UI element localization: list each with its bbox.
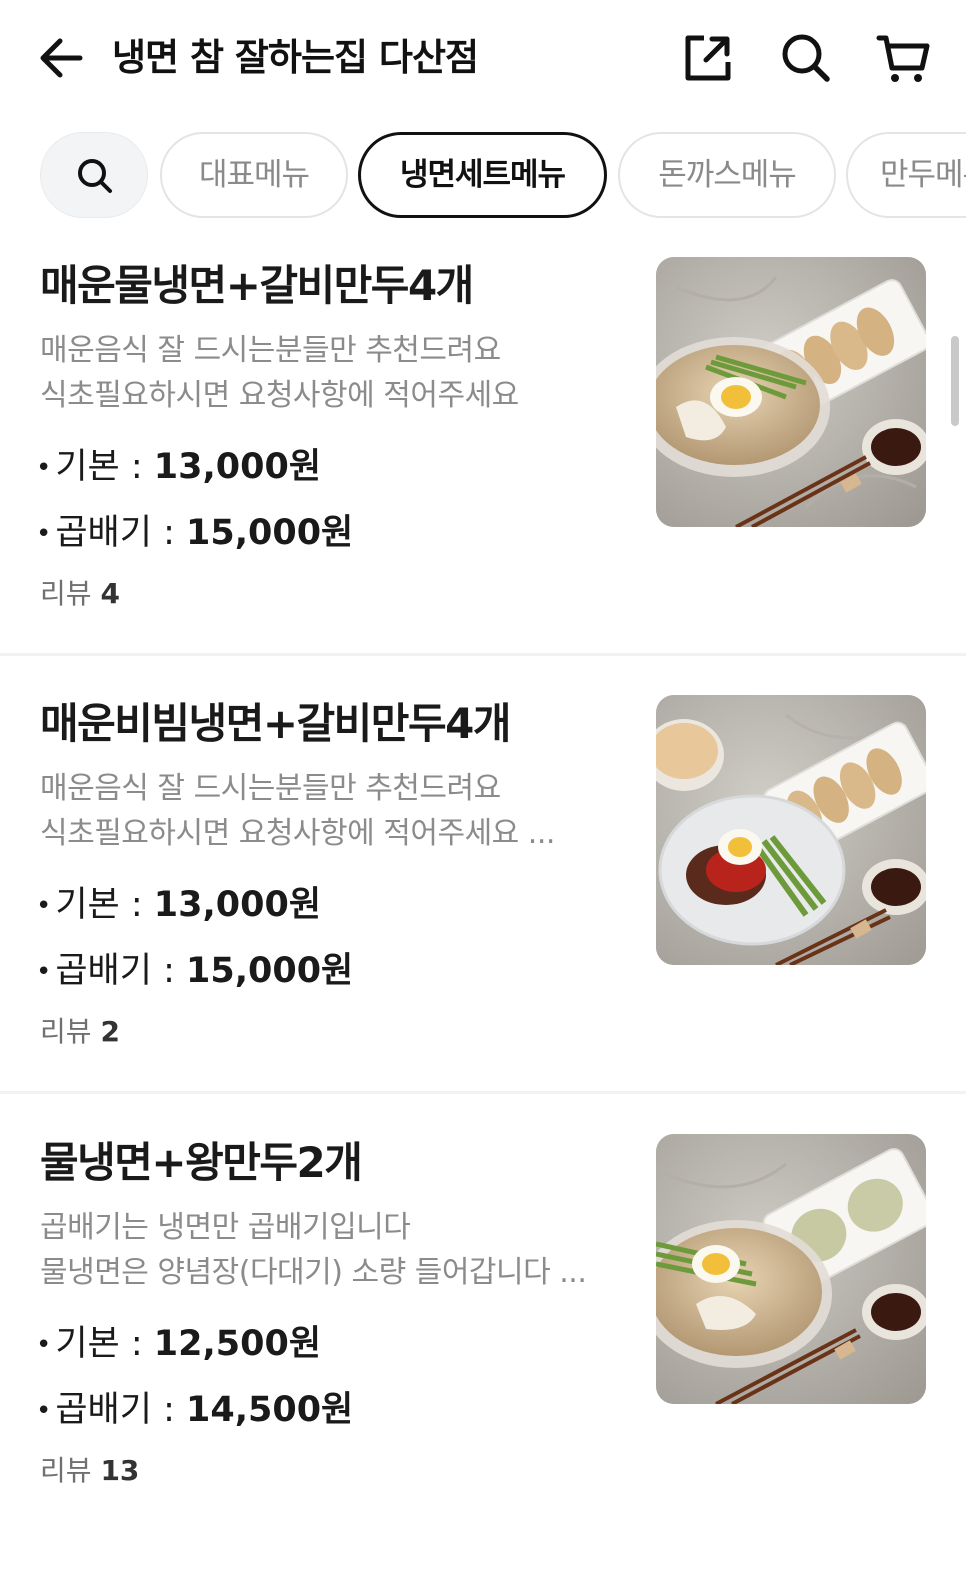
menu-item-description: 매운음식 잘 드시는분들만 추천드려요 — [40, 771, 501, 806]
review-label: 리뷰 — [40, 1015, 92, 1048]
review-label: 리뷰 — [40, 577, 92, 610]
tab-donkatsu-menu[interactable]: 돈까스메뉴 — [618, 132, 836, 218]
menu-item-description: 매운음식 잘 드시는분들만 추천드려요 — [40, 333, 501, 368]
review-count-value: 13 — [100, 1454, 140, 1487]
tab-mandu-menu[interactable]: 만두메뉴 — [846, 132, 966, 218]
menu-item-description: 식초필요하시면 요청사항에 적어주세요 ... — [40, 816, 555, 851]
price-base-label: 기본 : — [55, 447, 154, 487]
share-button[interactable] — [682, 32, 734, 84]
category-search-button[interactable] — [40, 132, 148, 218]
price-double: • 곱배기 : 15,000원 — [36, 951, 354, 991]
price-double-value: 15,000원 — [186, 513, 354, 553]
price-base-label: 기본 : — [55, 885, 154, 925]
price-double-value: 15,000원 — [186, 951, 354, 991]
back-button[interactable] — [36, 32, 88, 84]
cart-icon — [876, 35, 930, 82]
price-double: • 곱배기 : 14,500원 — [36, 1390, 354, 1430]
cart-button[interactable] — [876, 32, 930, 84]
price-double-value: 14,500원 — [186, 1390, 354, 1430]
price-base: • 기본 : 13,000원 — [36, 885, 322, 925]
search-icon — [78, 159, 112, 193]
price-base-value: 13,000원 — [153, 447, 322, 487]
review-count: 리뷰 13 — [40, 1451, 139, 1491]
price-base-value: 13,000원 — [153, 885, 322, 925]
price-double-label: 곱배기 : — [55, 1390, 186, 1430]
scrollbar[interactable] — [951, 336, 959, 426]
share-icon — [685, 35, 731, 81]
item-divider — [0, 653, 966, 656]
tab-representative-menu[interactable]: 대표메뉴 — [160, 132, 348, 218]
menu-item[interactable]: 매운물냉면+갈비만두4개 매운음식 잘 드시는분들만 추천드려요 식초필요하시면… — [0, 256, 966, 694]
menu-item-description: 곱배기는 냉면만 곱배기입니다 — [40, 1210, 411, 1245]
category-tabs: 대표메뉴 냉면세트메뉴 돈까스메뉴 만두메뉴 — [0, 130, 966, 222]
menu-item-name: 매운비빔냉면+갈비만두4개 — [40, 699, 511, 748]
item-divider — [0, 1091, 966, 1094]
tab-naengmyeon-set-menu[interactable]: 냉면세트메뉴 — [358, 132, 607, 218]
price-double-label: 곱배기 : — [55, 513, 186, 553]
price-base: • 기본 : 13,000원 — [36, 447, 322, 487]
price-base-label: 기본 : — [55, 1324, 154, 1364]
review-count: 리뷰 4 — [40, 574, 120, 614]
search-button[interactable] — [780, 32, 832, 84]
price-base-value: 12,500원 — [153, 1324, 322, 1364]
menu-item-description: 식초필요하시면 요청사항에 적어주세요 — [40, 378, 519, 413]
menu-item-photo — [656, 695, 926, 965]
menu-item-name: 물냉면+왕만두2개 — [40, 1138, 363, 1187]
app-header: 냉면 참 잘하는집 다산점 — [0, 0, 966, 118]
price-double: • 곱배기 : 15,000원 — [36, 513, 354, 553]
menu-item-name: 매운물냉면+갈비만두4개 — [40, 261, 474, 310]
review-count-value: 2 — [100, 1015, 120, 1048]
price-base: • 기본 : 12,500원 — [36, 1324, 322, 1364]
menu-item-description: 물냉면은 양념장(다대기) 소량 들어갑니다 ... — [40, 1255, 587, 1290]
menu-item-photo — [656, 1134, 926, 1404]
review-count: 리뷰 2 — [40, 1012, 120, 1052]
menu-item-photo — [656, 257, 926, 527]
price-double-label: 곱배기 : — [55, 951, 186, 991]
review-count-value: 4 — [100, 577, 120, 610]
menu-item[interactable]: 매운비빔냉면+갈비만두4개 매운음식 잘 드시는분들만 추천드려요 식초필요하시… — [0, 694, 966, 1132]
store-title: 냉면 참 잘하는집 다산점 — [112, 36, 479, 79]
search-icon — [782, 34, 830, 82]
menu-item[interactable]: 물냉면+왕만두2개 곱배기는 냉면만 곱배기입니다 물냉면은 양념장(다대기) … — [0, 1133, 966, 1571]
review-label: 리뷰 — [40, 1454, 92, 1487]
arrow-left-icon — [40, 38, 83, 78]
